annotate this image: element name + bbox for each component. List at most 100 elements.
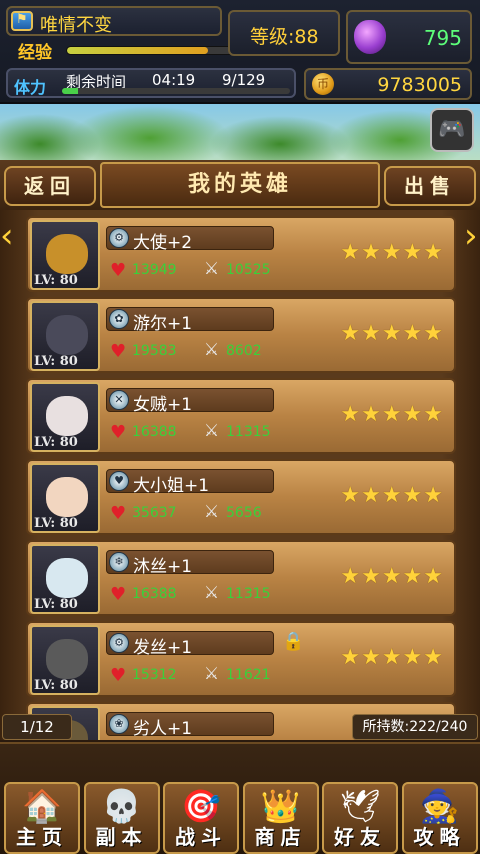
nav-item-target[interactable]: 🎯 战斗 <box>163 782 239 854</box>
hero-face <box>46 315 88 355</box>
nav-item-wizard[interactable]: 🧙 攻略 <box>401 782 478 854</box>
crest-icon <box>11 11 33 31</box>
gem-count: 795 <box>423 26 462 50</box>
hero-face <box>46 477 88 517</box>
level-box: 等级:88 <box>228 10 340 56</box>
hero-name-plate: ♥ 大小姐+1 <box>106 469 274 496</box>
nav-item-wings[interactable]: 🕊 好友 <box>322 782 398 854</box>
hero-face <box>46 396 88 436</box>
hero-card[interactable]: LV: 80 ⚙ 大使+2 ♥ 13949 ⚔ 10525 ★★★★★ <box>26 216 456 292</box>
hero-card[interactable]: LV: 80 ♥ 大小姐+1 ♥ 35637 ⚔ 5656 ★★★★★ <box>26 459 456 535</box>
status-bar: 唯情不变 经验 等级:88 795 体力 剩余时间 04:19 9/129 币 … <box>0 0 480 104</box>
hero-hp: 16388 <box>132 586 177 602</box>
nav-label: 副本 <box>95 825 148 849</box>
heart-icon: ♥ <box>110 665 127 686</box>
hero-count: 所持数:222/240 <box>352 714 478 740</box>
hero-attack: 8602 <box>226 343 262 359</box>
back-button[interactable]: 返回 <box>4 166 96 206</box>
page-indicator: 1/12 <box>2 714 72 740</box>
nav-label: 主页 <box>16 825 68 849</box>
hero-list[interactable]: LV: 80 ⚙ 大使+2 ♥ 13949 ⚔ 10525 ★★★★★ LV: 80 ✿ 游尔+1 ♥… <box>0 210 480 740</box>
gamepad-icon[interactable]: 🎮 <box>430 108 474 152</box>
shop-icon: 👑 <box>260 787 301 825</box>
hero-card[interactable]: LV: 80 ⚙ 发丝+1 🔒 ♥ 15312 ⚔ 11621 ★★★★★ <box>26 621 456 697</box>
hero-hp: 16388 <box>132 424 177 440</box>
hero-rarity-stars: ★★★★★ <box>340 321 444 346</box>
skull-icon: 💀 <box>101 787 142 825</box>
gem-box[interactable]: 795 <box>346 10 472 64</box>
hero-name-plate: ❄ 沐丝+1 <box>106 550 274 577</box>
hero-level: LV: 80 <box>34 435 78 450</box>
page-header: 返回 我的英雄 出售 <box>0 160 480 210</box>
gold-count: 9783005 <box>377 74 462 96</box>
hero-face <box>46 558 88 598</box>
hero-hp: 15312 <box>132 667 177 683</box>
chevron-right-icon[interactable]: › <box>464 218 478 254</box>
hero-type-icon: ✕ <box>109 390 129 410</box>
hero-level: LV: 80 <box>34 273 78 288</box>
nav-item-skull[interactable]: 💀 副本 <box>83 782 160 854</box>
hero-rarity-stars: ★★★★★ <box>340 564 444 589</box>
exp-label: 经验 <box>18 43 52 63</box>
hero-name: 发丝+1 <box>133 638 193 658</box>
hero-portrait: LV: 80 <box>30 544 100 614</box>
stamina-row: 体力 剩余时间 04:19 9/129 <box>6 68 296 98</box>
player-name-box[interactable]: 唯情不变 <box>6 6 222 36</box>
hero-type-icon: ✿ <box>109 309 129 329</box>
hero-name-plate: ⚙ 发丝+1 <box>106 631 274 658</box>
coin-icon: 币 <box>312 73 334 95</box>
crossed-swords-icon: ⚔ <box>204 664 220 684</box>
crossed-swords-icon: ⚔ <box>204 502 220 522</box>
hero-name-plate: ✕ 女贼+1 <box>106 388 274 415</box>
stamina-value: 9/129 <box>222 71 266 89</box>
hero-hp: 19583 <box>132 343 177 359</box>
gem-icon <box>354 20 386 54</box>
hero-hp: 13949 <box>132 262 177 278</box>
hero-portrait: LV: 80 <box>30 463 100 533</box>
hero-rarity-stars: ★★★★★ <box>340 402 444 427</box>
target-icon: 🎯 <box>181 787 221 825</box>
hero-name: 劣人+1 <box>133 719 193 739</box>
wizard-icon: 🧙 <box>419 787 460 825</box>
hero-portrait: LV: 80 <box>30 382 100 452</box>
hero-rarity-stars: ★★★★★ <box>340 483 444 508</box>
level-text: 等级:88 <box>250 26 319 48</box>
heart-icon: ♥ <box>110 260 127 281</box>
remaining-time: 04:19 <box>152 71 196 89</box>
hero-portrait: LV: 80 <box>30 625 100 695</box>
hero-name-plate: ❀ 劣人+1 <box>106 712 274 739</box>
nav-label: 攻略 <box>413 825 466 849</box>
hero-type-icon: ⚙ <box>109 228 129 248</box>
hero-attack: 11621 <box>226 667 271 683</box>
stamina-label: 体力 <box>14 78 47 97</box>
nav-item-house[interactable]: 🏠 主页 <box>4 782 80 854</box>
nav-item-shop[interactable]: 👑 商店 <box>242 782 319 854</box>
hero-name: 沐丝+1 <box>133 557 193 577</box>
hero-name: 女贼+1 <box>133 395 193 415</box>
hero-card[interactable]: LV: 80 ✕ 女贼+1 ♥ 16388 ⚔ 11315 ★★★★★ <box>26 378 456 454</box>
hero-hp: 35637 <box>132 505 177 521</box>
hero-attack: 10525 <box>226 262 271 278</box>
crossed-swords-icon: ⚔ <box>204 583 220 603</box>
stamina-bar-fill <box>62 88 78 94</box>
hero-level: LV: 80 <box>34 597 78 612</box>
hero-card[interactable]: LV: 80 ✿ 游尔+1 ♥ 19583 ⚔ 8602 ★★★★★ <box>26 297 456 373</box>
hero-portrait: LV: 80 <box>30 301 100 371</box>
page-title: 我的英雄 <box>100 162 380 208</box>
hero-card[interactable]: LV: 80 ❄ 沐丝+1 ♥ 16388 ⚔ 11315 ★★★★★ <box>26 540 456 616</box>
nav-label: 战斗 <box>175 825 227 849</box>
hero-name-plate: ⚙ 大使+2 <box>106 226 274 253</box>
hero-type-icon: ♥ <box>109 471 129 491</box>
hero-name-plate: ✿ 游尔+1 <box>106 307 274 334</box>
stamina-bar <box>62 88 290 94</box>
gold-box[interactable]: 币 9783005 <box>304 68 472 100</box>
hero-name: 游尔+1 <box>133 314 193 334</box>
heart-icon: ♥ <box>110 503 127 524</box>
heart-icon: ♥ <box>110 584 127 605</box>
hero-type-icon: ❄ <box>109 552 129 572</box>
hero-rarity-stars: ★★★★★ <box>340 645 444 670</box>
forest-banner: 🎮 <box>0 104 480 166</box>
sell-button[interactable]: 出售 <box>384 166 476 206</box>
hero-rarity-stars: ★★★★★ <box>340 240 444 265</box>
chevron-left-icon[interactable]: ‹ <box>0 218 14 254</box>
